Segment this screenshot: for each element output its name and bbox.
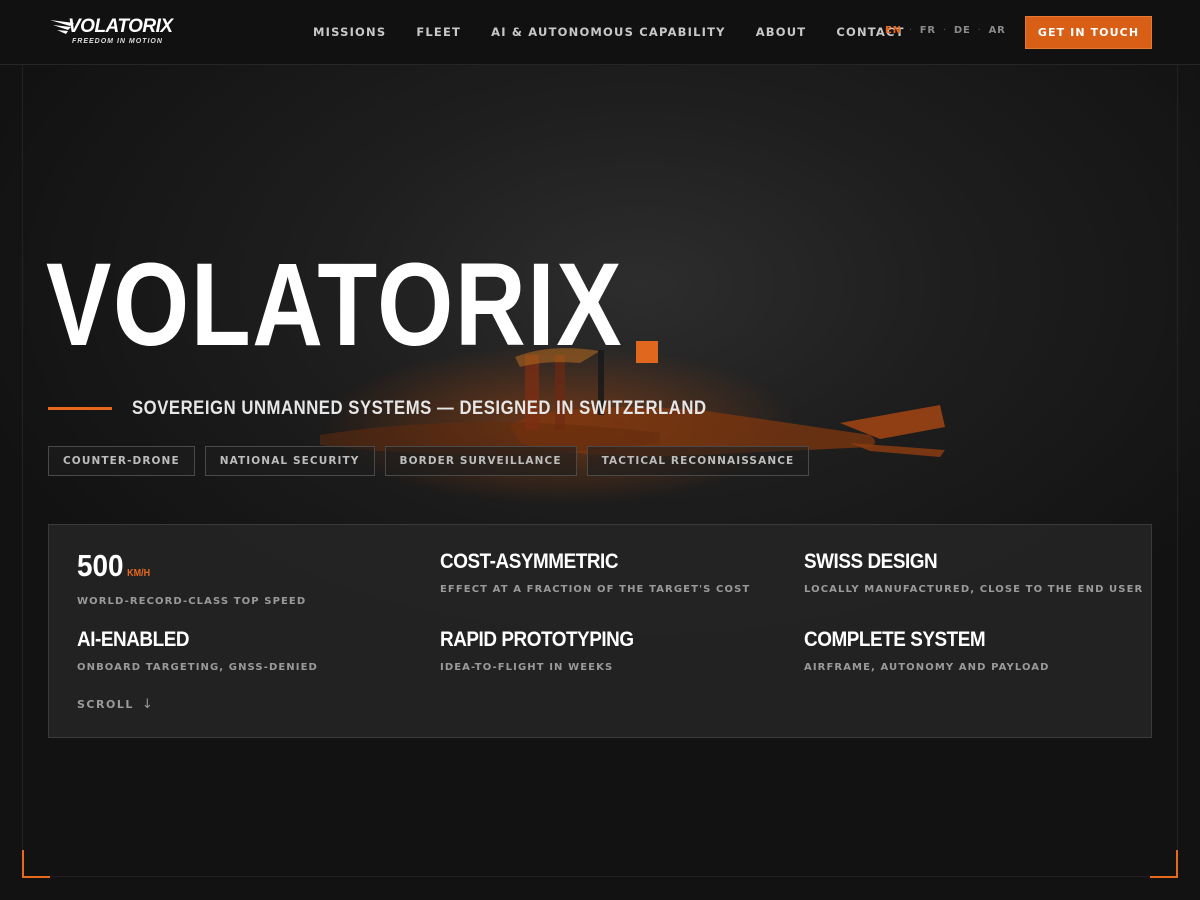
hero-title: VOLATORIX <box>46 239 624 371</box>
nav-about[interactable]: ABOUT <box>756 25 807 39</box>
lang-ar[interactable]: AR <box>989 25 1006 36</box>
stat-top-speed: 500 KM/H WORLD-RECORD-CLASS TOP SPEED <box>77 550 307 607</box>
lang-separator: · <box>942 25 947 36</box>
stat-value: 500 KM/H <box>77 550 283 587</box>
hero-section: VOLATORIX SOVEREIGN UNMANNED SYSTEMS — D… <box>0 65 1200 900</box>
stat-value: COMPLETE SYSTEM <box>804 628 986 651</box>
stat-description: WORLD-RECORD-CLASS TOP SPEED <box>77 596 307 607</box>
stat-description: IDEA-TO-FLIGHT IN WEEKS <box>440 662 614 673</box>
hero-subtitle: SOVEREIGN UNMANNED SYSTEMS — DESIGNED IN… <box>132 398 707 419</box>
stats-panel: 500 KM/H WORLD-RECORD-CLASS TOP SPEED COS… <box>48 524 1152 738</box>
language-switcher: EN · FR · DE · AR <box>885 25 1006 36</box>
title-accent-dot <box>636 341 658 363</box>
lang-fr[interactable]: FR <box>920 25 936 36</box>
nav-ai-autonomous-capability[interactable]: AI & AUTONOMOUS CAPABILITY <box>491 25 726 39</box>
nav-missions[interactable]: MISSIONS <box>313 25 386 39</box>
get-in-touch-button[interactable]: GET IN TOUCH <box>1025 16 1152 49</box>
stat-swiss-design: SWISS DESIGN LOCALLY MANUFACTURED, CLOSE… <box>804 549 1143 595</box>
stat-complete-system: COMPLETE SYSTEM AIRFRAME, AUTONOMY AND P… <box>804 627 1050 673</box>
nav-fleet[interactable]: FLEET <box>416 25 461 39</box>
tag-border-surveillance: BORDER SURVEILLANCE <box>384 446 577 476</box>
main-nav: MISSIONS FLEET AI & AUTONOMOUS CAPABILIT… <box>313 25 905 39</box>
scroll-label: SCROLL <box>77 698 134 711</box>
stat-description: EFFECT AT A FRACTION OF THE TARGET'S COS… <box>440 584 751 595</box>
logo-tagline: FREEDOM IN MOTION <box>72 38 163 45</box>
lang-de[interactable]: DE <box>954 25 971 36</box>
site-header: VOLATORIX FREEDOM IN MOTION MISSIONS FLE… <box>0 0 1200 65</box>
stat-unit: KM/H <box>127 568 151 579</box>
stat-rapid-prototyping: RAPID PROTOTYPING IDEA-TO-FLIGHT IN WEEK… <box>440 627 655 673</box>
stat-value: COST-ASYMMETRIC <box>440 550 619 573</box>
arrow-down-icon: ↓ <box>141 697 155 712</box>
scroll-indicator[interactable]: SCROLL ↓ <box>77 697 154 712</box>
tag-tactical-reconnaissance: TACTICAL RECONNAISSANCE <box>586 446 810 476</box>
lang-separator: · <box>908 25 913 36</box>
stat-cost-asymmetric: COST-ASYMMETRIC EFFECT AT A FRACTION OF … <box>440 549 750 595</box>
lang-en[interactable]: EN <box>885 25 902 36</box>
corner-bracket-left <box>22 850 50 878</box>
stat-value: SWISS DESIGN <box>804 550 938 573</box>
tag-counter-drone: COUNTER-DRONE <box>48 446 195 476</box>
stat-value: AI-ENABLED <box>77 628 190 651</box>
logo-wordmark: VOLATORIX <box>68 16 173 37</box>
tag-national-security: NATIONAL SECURITY <box>204 446 375 476</box>
subtitle-accent-rule <box>48 407 112 410</box>
stat-description: LOCALLY MANUFACTURED, CLOSE TO THE END U… <box>804 584 1144 595</box>
capability-tags: COUNTER-DRONE NATIONAL SECURITY BORDER S… <box>48 446 819 476</box>
stat-description: ONBOARD TARGETING, GNSS-DENIED <box>77 662 318 673</box>
corner-bracket-right <box>1150 850 1178 878</box>
stat-number: 500 <box>77 548 124 583</box>
stat-value: RAPID PROTOTYPING <box>440 628 634 651</box>
stat-description: AIRFRAME, AUTONOMY AND PAYLOAD <box>804 662 1050 673</box>
lang-separator: · <box>977 25 982 36</box>
stat-ai-enabled: AI-ENABLED ONBOARD TARGETING, GNSS-DENIE… <box>77 627 318 673</box>
logo[interactable]: VOLATORIX FREEDOM IN MOTION <box>50 17 180 47</box>
